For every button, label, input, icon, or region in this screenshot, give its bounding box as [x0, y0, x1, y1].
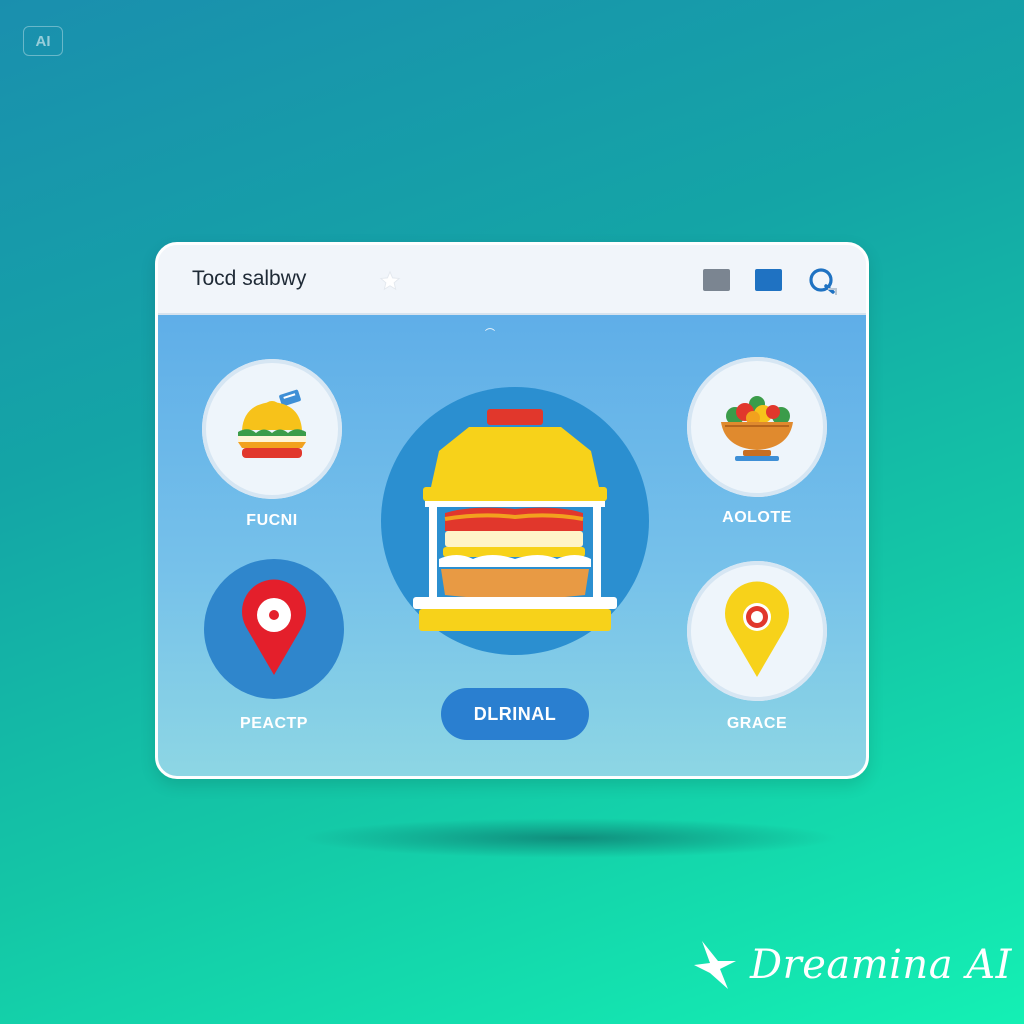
app-window: Tocd salbwy ⌒ FUCNI AOLOTE PEACTP GRACE …	[155, 242, 869, 779]
cursor-mark: ⌒	[485, 329, 495, 340]
ai-badge: AI	[23, 26, 63, 56]
food-container-icon	[413, 409, 617, 631]
dreamina-logo-icon	[694, 941, 736, 989]
tile-burger[interactable]	[202, 359, 342, 499]
tile-label: FUCNI	[246, 512, 298, 529]
tile-location-red[interactable]	[204, 559, 344, 699]
search-icon[interactable]	[806, 265, 840, 299]
tile-location-yellow[interactable]	[687, 561, 827, 701]
window-shadow	[300, 818, 840, 858]
content-area: ⌒ FUCNI AOLOTE PEACTP GRACE DLRINAL	[158, 315, 866, 776]
tile-label: PEACTP	[240, 715, 308, 732]
minimize-button[interactable]	[703, 269, 730, 291]
primary-action-button[interactable]: DLRINAL	[441, 688, 589, 740]
watermark-text: Dreamina AI	[750, 942, 1012, 988]
maximize-button[interactable]	[755, 269, 782, 291]
window-title: Tocd salbwy	[192, 267, 307, 290]
tile-label: AOLOTE	[722, 509, 792, 526]
salad-bowl-icon	[721, 396, 793, 461]
location-pin-icon	[725, 581, 789, 677]
featured-circle	[381, 387, 649, 655]
burger-icon	[238, 389, 306, 458]
tile-salad[interactable]	[687, 357, 827, 497]
title-bar: Tocd salbwy	[158, 245, 866, 315]
watermark: Dreamina AI	[688, 937, 1012, 993]
location-pin-icon	[242, 579, 306, 675]
star-icon[interactable]	[379, 270, 401, 292]
tile-label: GRACE	[726, 715, 788, 732]
